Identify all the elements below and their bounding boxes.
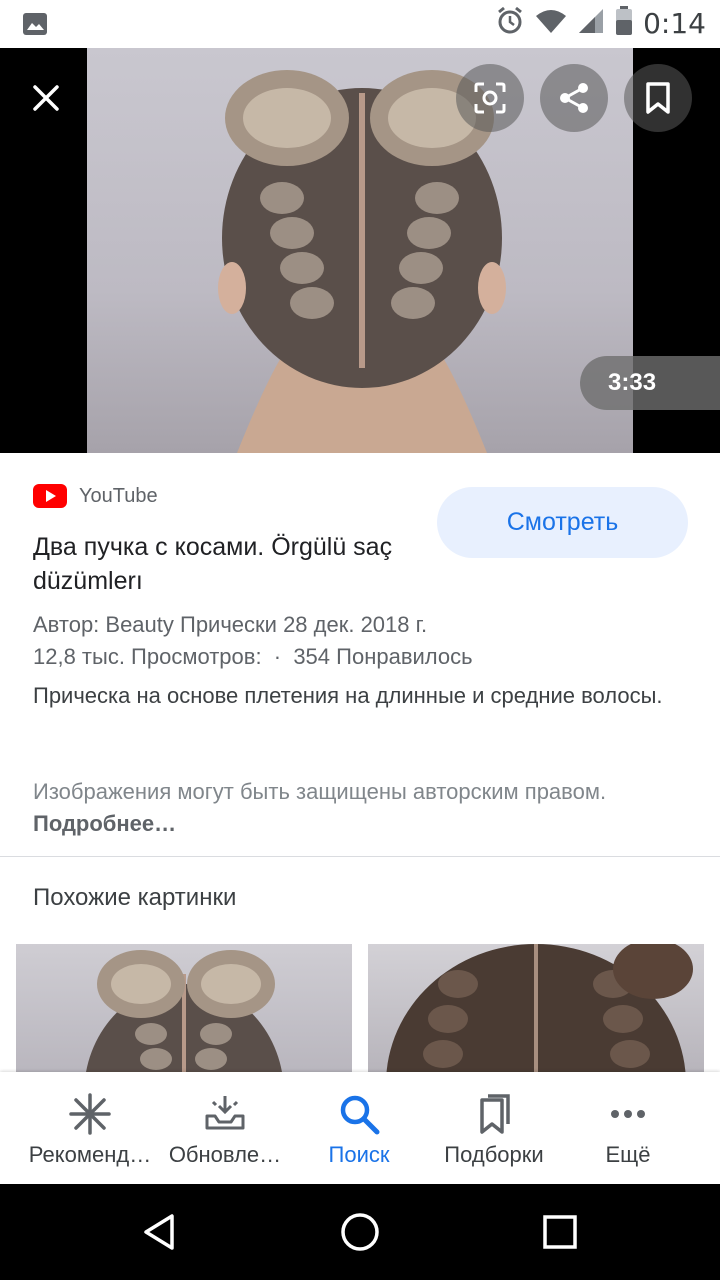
back-button[interactable] xyxy=(132,1204,188,1260)
nav-label: Обновле… xyxy=(168,1142,282,1167)
alarm-icon xyxy=(495,6,525,41)
result-title[interactable]: Два пучка с косами. Örgülü saç düzümlerı xyxy=(33,530,423,598)
collections-icon xyxy=(480,1094,510,1134)
nav-more[interactable]: Ещё xyxy=(558,1072,698,1184)
nav-updates[interactable]: Обновле… xyxy=(155,1072,295,1184)
source-label[interactable]: YouTube xyxy=(33,484,158,508)
image-notification-icon xyxy=(22,12,48,41)
recents-button[interactable] xyxy=(532,1204,588,1260)
bottom-navigation: Рекоменд… Обновле… Поиск Подборки Ещё xyxy=(0,1072,720,1184)
system-navigation-bar xyxy=(0,1184,720,1280)
share-icon xyxy=(560,83,588,113)
video-duration: 3:33 xyxy=(580,356,720,410)
result-meta: Автор: Beauty Прически 28 дек. 2018 г. 1… xyxy=(33,609,653,673)
home-icon xyxy=(341,1213,379,1251)
updates-icon xyxy=(205,1096,245,1130)
recents-icon xyxy=(543,1215,577,1249)
close-button[interactable] xyxy=(22,74,70,122)
similar-image-thumb[interactable] xyxy=(16,944,352,1074)
status-bar: 0:14 xyxy=(0,0,720,48)
search-icon xyxy=(340,1095,380,1135)
more-icon xyxy=(611,1110,645,1118)
nav-label: Ещё xyxy=(605,1142,651,1167)
nav-label: Рекоменд… xyxy=(28,1142,152,1167)
nav-search[interactable]: Поиск xyxy=(289,1072,429,1184)
battery-icon xyxy=(615,6,633,41)
signal-icon xyxy=(577,7,605,40)
learn-more-link[interactable]: Подробнее… xyxy=(33,811,176,836)
nav-collections[interactable]: Подборки xyxy=(424,1072,564,1184)
bookmark-icon xyxy=(646,82,670,114)
lens-icon xyxy=(474,82,506,114)
similar-images-title: Похожие картинки xyxy=(33,884,237,911)
bookmark-button[interactable] xyxy=(624,64,692,132)
video-preview[interactable]: 3:33 xyxy=(0,48,720,453)
home-button[interactable] xyxy=(332,1204,388,1260)
lens-button[interactable] xyxy=(456,64,524,132)
nav-label: Подборки xyxy=(444,1142,544,1167)
back-icon xyxy=(144,1214,174,1250)
copyright-notice: Изображения могут быть защищены авторски… xyxy=(33,776,683,840)
source-name: YouTube xyxy=(79,484,158,507)
copyright-text: Изображения могут быть защищены авторски… xyxy=(33,779,607,804)
watch-button[interactable]: Смотреть xyxy=(437,487,688,558)
share-button[interactable] xyxy=(540,64,608,132)
clock-time: 0:14 xyxy=(643,7,706,40)
nav-discover[interactable]: Рекоменд… xyxy=(20,1072,160,1184)
asterisk-icon xyxy=(69,1093,111,1135)
views-likes: 12,8 тыс. Просмотров: · 354 Понравилось xyxy=(33,644,473,669)
divider xyxy=(0,856,720,857)
youtube-logo-icon xyxy=(33,484,67,508)
wifi-icon xyxy=(535,8,567,39)
close-icon xyxy=(33,85,59,111)
result-description: Прическа на основе плетения на длинные и… xyxy=(33,683,663,708)
author-date: Автор: Beauty Прически 28 дек. 2018 г. xyxy=(33,612,428,637)
similar-image-thumb[interactable] xyxy=(368,944,704,1074)
nav-label: Поиск xyxy=(328,1142,390,1167)
